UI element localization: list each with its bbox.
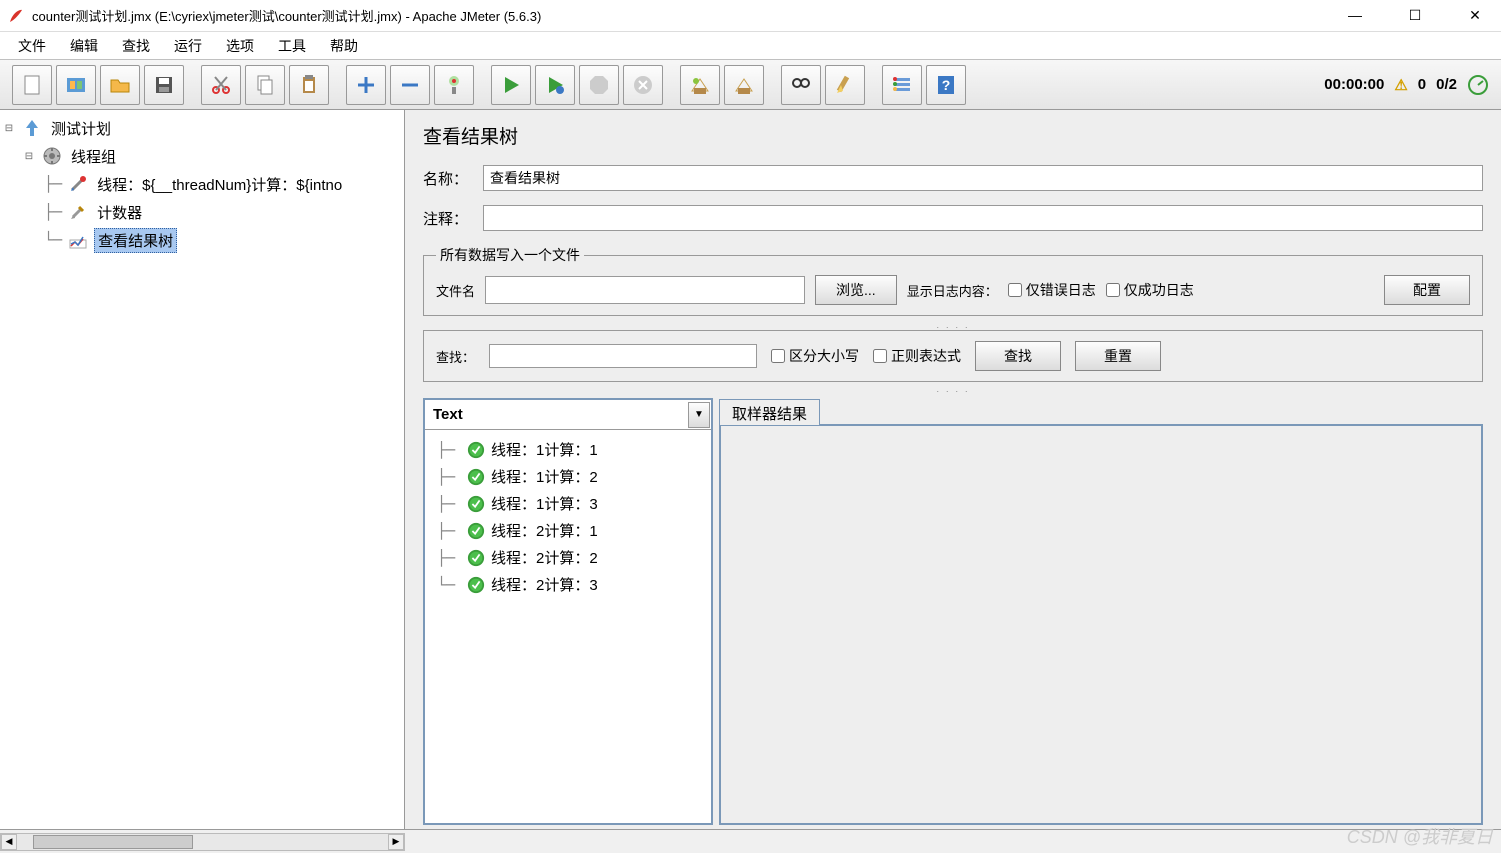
search-label: 查找： bbox=[436, 347, 475, 366]
editor-panel: 查看结果树 名称： 注释： 所有数据写入一个文件 文件名 浏览... 显示日志内… bbox=[405, 110, 1501, 829]
log-content-label: 显示日志内容： bbox=[907, 281, 998, 300]
filename-label: 文件名 bbox=[436, 281, 475, 300]
case-checkbox[interactable]: 区分大小写 bbox=[771, 346, 859, 366]
menubar: 文件 编辑 查找 运行 选项 工具 帮助 bbox=[0, 32, 1501, 60]
comment-label: 注释： bbox=[423, 208, 483, 229]
expand-button[interactable] bbox=[346, 65, 386, 105]
function-helper-button[interactable] bbox=[882, 65, 922, 105]
only-errors-checkbox[interactable]: 仅错误日志 bbox=[1008, 280, 1096, 300]
menu-options[interactable]: 选项 bbox=[216, 33, 264, 59]
result-item[interactable]: ├─线程：2计算：2 bbox=[429, 544, 707, 571]
tree-toggle-icon[interactable]: ⊟ bbox=[2, 123, 16, 134]
help-tool-button[interactable]: ? bbox=[926, 65, 966, 105]
tree-threadgroup[interactable]: 线程组 bbox=[68, 145, 119, 168]
clear-all-button[interactable] bbox=[724, 65, 764, 105]
scroll-left-arrow[interactable]: ◀ bbox=[1, 834, 17, 850]
search-bar: 查找： 区分大小写 正则表达式 查找 重置 bbox=[423, 330, 1483, 382]
tree-hscrollbar[interactable]: ◀ ▶ bbox=[0, 833, 405, 851]
result-item[interactable]: ├─线程：1计算：2 bbox=[429, 463, 707, 490]
name-label: 名称： bbox=[423, 168, 483, 189]
tree-root[interactable]: 测试计划 bbox=[48, 117, 114, 140]
app-icon bbox=[8, 8, 24, 24]
renderer-dropdown-arrow[interactable]: ▼ bbox=[688, 402, 710, 428]
only-success-checkbox[interactable]: 仅成功日志 bbox=[1106, 280, 1194, 300]
file-output-group: 所有数据写入一个文件 文件名 浏览... 显示日志内容： 仅错误日志 仅成功日志… bbox=[423, 245, 1483, 316]
tree-toggle-icon[interactable]: ⊟ bbox=[22, 151, 36, 162]
search-tool-button[interactable] bbox=[781, 65, 821, 105]
templates-button[interactable] bbox=[56, 65, 96, 105]
results-list-panel: Text ▼ ├─线程：1计算：1├─线程：1计算：2├─线程：1计算：3├─线… bbox=[423, 398, 713, 825]
titlebar: counter测试计划.jmx (E:\cyriex\jmeter测试\coun… bbox=[0, 0, 1501, 32]
test-plan-tree[interactable]: ⊟ 测试计划 ⊟ 线程组 ├─ 线程：${__threadNum}计算：${in… bbox=[0, 110, 405, 829]
name-input[interactable] bbox=[483, 165, 1483, 191]
result-item[interactable]: └─线程：2计算：3 bbox=[429, 571, 707, 598]
menu-tools[interactable]: 工具 bbox=[268, 33, 316, 59]
splitter[interactable]: · · · · bbox=[423, 386, 1483, 394]
search-input[interactable] bbox=[489, 344, 757, 368]
shutdown-button[interactable] bbox=[623, 65, 663, 105]
copy-button[interactable] bbox=[245, 65, 285, 105]
tree-sampler[interactable]: 线程：${__threadNum}计算：${intno bbox=[94, 173, 345, 196]
scroll-thumb[interactable] bbox=[33, 835, 193, 849]
collapse-button[interactable] bbox=[390, 65, 430, 105]
toolbar: ? 00:00:00 ⚠ 0 0/2 bbox=[0, 60, 1501, 110]
sampler-icon bbox=[66, 172, 90, 196]
menu-edit[interactable]: 编辑 bbox=[60, 33, 108, 59]
search-button[interactable]: 查找 bbox=[975, 341, 1061, 371]
toggle-button[interactable] bbox=[434, 65, 474, 105]
menu-run[interactable]: 运行 bbox=[164, 33, 212, 59]
panel-heading: 查看结果树 bbox=[423, 122, 1483, 149]
configure-button[interactable]: 配置 bbox=[1384, 275, 1470, 305]
result-item[interactable]: ├─线程：1计算：1 bbox=[429, 436, 707, 463]
threadgroup-icon bbox=[40, 144, 64, 168]
warning-icon: ⚠ bbox=[1394, 76, 1407, 94]
cut-button[interactable] bbox=[201, 65, 241, 105]
menu-help[interactable]: 帮助 bbox=[320, 33, 368, 59]
open-button[interactable] bbox=[100, 65, 140, 105]
thread-count: 0/2 bbox=[1436, 76, 1457, 93]
paste-button[interactable] bbox=[289, 65, 329, 105]
menu-search[interactable]: 查找 bbox=[112, 33, 160, 59]
tree-results-tree[interactable]: 查看结果树 bbox=[94, 228, 177, 253]
file-legend: 所有数据写入一个文件 bbox=[436, 245, 584, 265]
start-no-pause-button[interactable] bbox=[535, 65, 575, 105]
counter-icon bbox=[66, 200, 90, 224]
maximize-button[interactable]: ☐ bbox=[1397, 7, 1433, 24]
warning-count: 0 bbox=[1418, 76, 1426, 93]
sampler-result-body bbox=[719, 424, 1483, 825]
menu-file[interactable]: 文件 bbox=[8, 33, 56, 59]
result-list[interactable]: ├─线程：1计算：1├─线程：1计算：2├─线程：1计算：3├─线程：2计算：1… bbox=[425, 430, 711, 823]
listener-icon bbox=[66, 228, 90, 252]
regex-checkbox[interactable]: 正则表达式 bbox=[873, 346, 961, 366]
renderer-dropdown-text: Text bbox=[425, 406, 687, 423]
stop-button[interactable] bbox=[579, 65, 619, 105]
browse-button[interactable]: 浏览... bbox=[815, 275, 897, 305]
minimize-button[interactable]: — bbox=[1337, 7, 1373, 24]
reset-search-button[interactable] bbox=[825, 65, 865, 105]
result-item[interactable]: ├─线程：1计算：3 bbox=[429, 490, 707, 517]
reset-button[interactable]: 重置 bbox=[1075, 341, 1161, 371]
save-button[interactable] bbox=[144, 65, 184, 105]
scroll-right-arrow[interactable]: ▶ bbox=[388, 834, 404, 850]
testplan-icon bbox=[20, 116, 44, 140]
gauge-icon bbox=[1467, 74, 1489, 96]
elapsed-time: 00:00:00 bbox=[1324, 76, 1384, 93]
clear-button[interactable] bbox=[680, 65, 720, 105]
start-button[interactable] bbox=[491, 65, 531, 105]
new-button[interactable] bbox=[12, 65, 52, 105]
tree-counter[interactable]: 计数器 bbox=[94, 201, 145, 224]
tab-sampler-result[interactable]: 取样器结果 bbox=[719, 399, 820, 425]
result-item[interactable]: ├─线程：2计算：1 bbox=[429, 517, 707, 544]
svg-text:?: ? bbox=[942, 77, 951, 93]
splitter[interactable]: · · · · bbox=[423, 322, 1483, 330]
window-title: counter测试计划.jmx (E:\cyriex\jmeter测试\coun… bbox=[32, 6, 1337, 25]
close-button[interactable]: ✕ bbox=[1457, 7, 1493, 24]
comment-input[interactable] bbox=[483, 205, 1483, 231]
filename-input[interactable] bbox=[485, 276, 805, 304]
